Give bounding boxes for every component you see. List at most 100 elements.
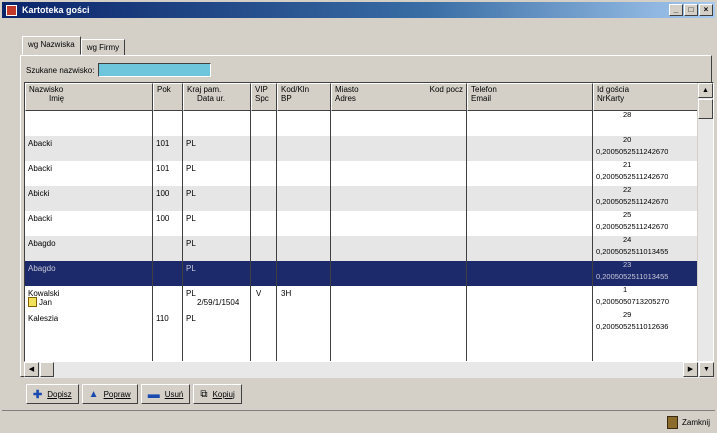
copy-button-label: Kopiuj bbox=[212, 389, 235, 399]
door-icon bbox=[666, 416, 678, 429]
add-button[interactable]: ✚ Dopisz bbox=[26, 384, 79, 404]
cell-guest-id: 22 bbox=[623, 186, 632, 194]
cell-card-number: 0,2005052511013455 bbox=[596, 273, 669, 281]
cell-country: PL bbox=[186, 314, 196, 323]
cell-client-code: 3H bbox=[281, 289, 292, 298]
search-input[interactable] bbox=[98, 63, 212, 77]
column-header-name[interactable]: Nazwisko Imię bbox=[25, 83, 153, 111]
tab-by-surname[interactable]: wg Nazwiska bbox=[22, 36, 81, 55]
table-row[interactable]: Kaleszia 110 PL 29 0,2005052511012636 bbox=[25, 311, 697, 336]
close-window-button[interactable]: × bbox=[699, 4, 713, 16]
cell-guest-id: 28 bbox=[623, 111, 632, 119]
column-divider bbox=[330, 111, 331, 361]
tab-by-company[interactable]: wg Firmy bbox=[80, 39, 126, 56]
cell-card-number: 0,2005050713205270 bbox=[596, 298, 669, 306]
minus-icon: ▬ bbox=[147, 387, 160, 401]
column-divider bbox=[592, 111, 593, 361]
table-row[interactable]: Abicki 100 PL 22 0,2005052511242670 bbox=[25, 186, 697, 211]
cell-surname: Abicki bbox=[28, 189, 50, 198]
scroll-down-icon[interactable]: ▼ bbox=[699, 362, 714, 377]
table-row[interactable]: Abagdo PL 23 0,2005052511013455 bbox=[25, 261, 697, 286]
table-row[interactable]: Kowalski Jan PL 2/59/1/1504 V 3H 1 0,2005050713… bbox=[25, 286, 697, 311]
horizontal-scrollbar[interactable]: ◀ ▶ ▼ bbox=[24, 362, 714, 378]
copy-button[interactable]: ⧉ Kopiuj bbox=[193, 384, 242, 404]
scroll-thumb[interactable] bbox=[698, 99, 713, 119]
cell-guest-id: 20 bbox=[623, 136, 632, 144]
maximize-button[interactable]: □ bbox=[684, 4, 698, 16]
edit-icon: ▲ bbox=[88, 388, 99, 400]
close-button[interactable]: Zamknij bbox=[664, 414, 713, 431]
window-title: Kartoteka gości bbox=[22, 5, 90, 15]
column-divider bbox=[182, 111, 183, 361]
note-icon bbox=[28, 297, 37, 307]
copy-icon: ⧉ bbox=[200, 388, 208, 400]
close-button-label: Zamknij bbox=[681, 418, 710, 427]
column-header-city[interactable]: Miasto Adres Kod pocz bbox=[331, 83, 467, 111]
column-header-line1: Nazwisko bbox=[29, 85, 64, 94]
cell-room: 100 bbox=[156, 189, 170, 198]
status-bar: Zamknij bbox=[2, 410, 715, 431]
cell-surname: Kaleszia bbox=[28, 314, 59, 323]
column-header-line2: Email bbox=[471, 94, 492, 103]
cell-country: PL bbox=[186, 189, 196, 198]
column-header-line2: BP bbox=[281, 94, 292, 103]
edit-button[interactable]: ▲ Popraw bbox=[81, 384, 138, 404]
cell-country: PL bbox=[186, 239, 196, 248]
cell-surname: Abagdo bbox=[28, 239, 56, 248]
cell-card-number: 0,2005052511242670 bbox=[596, 148, 669, 156]
table-row[interactable]: Abacki 100 PL 25 0,2005052511242670 bbox=[25, 211, 697, 236]
cell-country: PL bbox=[186, 139, 196, 148]
cell-card-number: 0,2005052511242670 bbox=[596, 223, 669, 231]
cell-surname: Abacki bbox=[28, 214, 53, 223]
add-button-label: Dopisz bbox=[47, 389, 72, 399]
vertical-scrollbar[interactable]: ▲ bbox=[697, 83, 713, 361]
delete-button-label: Usuń bbox=[164, 389, 184, 399]
app-icon bbox=[6, 4, 17, 16]
cell-guest-id: 23 bbox=[623, 261, 632, 269]
cell-room: 100 bbox=[156, 214, 170, 223]
guest-grid[interactable]: Nazwisko Imię Pok Kraj pam. Data ur. VIP… bbox=[24, 82, 714, 362]
scroll-up-icon[interactable]: ▲ bbox=[698, 83, 713, 98]
cell-room: 110 bbox=[156, 314, 169, 323]
cell-surname: Abagdo bbox=[28, 264, 56, 273]
column-header-guest-id[interactable]: Id gościa NrKarty bbox=[593, 83, 699, 111]
cell-surname: Abacki bbox=[28, 164, 53, 173]
table-row[interactable]: Abagdo PL 24 0,2005052511013455 bbox=[25, 236, 697, 261]
cell-birthdate: 2/59/1/1504 bbox=[197, 298, 240, 307]
scroll-left-icon[interactable]: ◀ bbox=[24, 362, 39, 377]
cell-country: PL bbox=[186, 264, 196, 273]
cell-card-number: 0,2005052511242670 bbox=[596, 198, 669, 206]
column-header-room[interactable]: Pok bbox=[153, 83, 183, 111]
plus-icon: ✚ bbox=[33, 388, 43, 401]
column-header-country[interactable]: Kraj pam. Data ur. bbox=[183, 83, 251, 111]
scroll-right-icon[interactable]: ▶ bbox=[683, 362, 698, 377]
search-label: Szukane nazwisko: bbox=[26, 65, 95, 75]
table-row[interactable]: 28 bbox=[25, 111, 697, 136]
search-row: Szukane nazwisko: bbox=[26, 63, 212, 77]
cell-vip: V bbox=[256, 289, 262, 298]
cell-card-number: 0,2005052511242670 bbox=[596, 173, 669, 181]
minimize-button[interactable]: _ bbox=[669, 4, 683, 16]
cell-card-number: 0,2005052511013455 bbox=[596, 248, 669, 256]
column-header-line1: Kraj pam. bbox=[187, 85, 222, 94]
cell-guest-id: 21 bbox=[623, 161, 632, 169]
column-header-line1: Kod/Kln bbox=[281, 85, 310, 94]
column-divider bbox=[250, 111, 251, 361]
cell-country: PL bbox=[186, 164, 196, 173]
column-header-client-code[interactable]: Kod/Kln BP bbox=[277, 83, 331, 111]
column-header-phone[interactable]: Telefon Email bbox=[467, 83, 593, 111]
column-header-line2: Imię bbox=[49, 94, 65, 103]
column-header-line2: Spc bbox=[255, 94, 269, 103]
tab-strip: wg Nazwiska wg Firmy bbox=[22, 36, 126, 56]
column-header-line2: NrKarty bbox=[597, 94, 625, 103]
column-header-line2: Adres bbox=[335, 94, 356, 103]
delete-button[interactable]: ▬ Usuń bbox=[140, 384, 191, 404]
column-header-postcode: Kod pocz bbox=[429, 85, 463, 94]
cell-country: PL bbox=[186, 214, 196, 223]
action-toolbar: ✚ Dopisz ▲ Popraw ▬ Usuń ⧉ Kopiuj bbox=[26, 384, 242, 404]
cell-card-number: 0,2005052511012636 bbox=[596, 323, 669, 331]
scroll-thumb-horizontal[interactable] bbox=[40, 362, 54, 377]
table-row[interactable]: Abacki 101 PL 20 0,2005052511242670 bbox=[25, 136, 697, 161]
column-header-vip[interactable]: VIP Spc bbox=[251, 83, 277, 111]
table-row[interactable]: Abacki 101 PL 21 0,2005052511242670 bbox=[25, 161, 697, 186]
